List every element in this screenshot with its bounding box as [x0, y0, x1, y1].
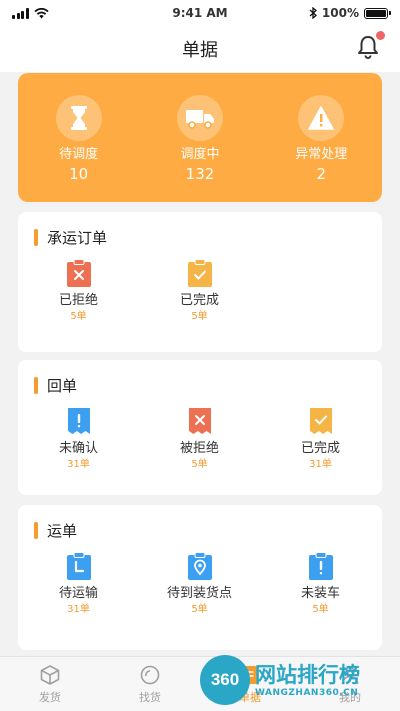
section-title: 运单	[47, 521, 78, 540]
waybill-not-loaded-item[interactable]: 未装车 5单	[260, 551, 381, 617]
battery-icon	[364, 7, 391, 19]
unconfirmed-receipt-icon	[67, 408, 90, 434]
stat-exceptions[interactable]: 异常处理 2	[271, 95, 371, 185]
item-count: 5单	[191, 311, 208, 322]
item-label: 待到装货点	[166, 586, 232, 601]
item-label: 已完成	[300, 441, 340, 456]
receipt-rejected-item[interactable]: 被拒绝 5单	[139, 406, 260, 472]
order-completed-item[interactable]: 已完成 5单	[139, 258, 260, 324]
tab-label: 找货	[139, 690, 161, 704]
item-label: 未确认	[58, 441, 98, 456]
watermark: 360 网站排行榜 WANGZHAN360.CN	[200, 655, 392, 705]
item-count: 5单	[312, 604, 329, 615]
receipt-unconfirmed-item[interactable]: 未确认 31单	[18, 406, 139, 472]
stats-card: 待调度 10 调度中 132 异常处理 2	[18, 73, 382, 202]
section-waybills: 运单 待运输 31单 待到装货点 5单 未装车 5单	[18, 505, 382, 650]
order-rejected-item[interactable]: 已拒绝 5单	[18, 258, 139, 324]
signal-icon	[12, 7, 29, 19]
bluetooth-icon	[309, 7, 317, 19]
not-loaded-icon	[308, 552, 333, 580]
tab-label: 发货	[39, 690, 61, 704]
status-time: 9:41 AM	[172, 6, 228, 20]
item-count: 31单	[309, 459, 332, 470]
item-count: 5单	[70, 311, 87, 322]
stat-label: 待调度	[59, 147, 99, 162]
section-carrier-orders: 承运订单 已拒绝 5单 已完成 5单	[18, 212, 382, 352]
tab-ship[interactable]: 发货	[0, 657, 100, 711]
stat-label: 异常处理	[295, 147, 348, 162]
item-label: 待运输	[58, 586, 98, 601]
stat-value: 2	[316, 165, 327, 183]
to-loading-point-icon	[187, 552, 212, 580]
section-marker	[34, 228, 38, 246]
stat-value: 132	[185, 165, 215, 183]
item-label: 被拒绝	[179, 441, 219, 456]
tab-find-cargo[interactable]: 找货	[100, 657, 200, 711]
section-receipts: 回单 未确认 31单 被拒绝 5单 已完成 31单	[18, 360, 382, 495]
item-label: 已完成	[179, 293, 219, 308]
status-bar: 9:41 AM 100%	[0, 0, 400, 26]
section-title: 回单	[47, 376, 78, 395]
item-count: 5单	[191, 604, 208, 615]
item-count: 31单	[67, 459, 90, 470]
stat-label: 调度中	[180, 147, 220, 162]
stat-pending-dispatch[interactable]: 待调度 10	[29, 95, 129, 185]
watermark-badge: 360	[200, 655, 250, 705]
watermark-url: WANGZHAN360.CN	[255, 688, 359, 698]
wifi-icon	[33, 7, 49, 18]
truck-icon	[185, 110, 214, 129]
rejected-receipt-icon	[188, 408, 211, 434]
item-count: 5单	[191, 459, 208, 470]
rejected-order-icon	[66, 259, 91, 287]
waybill-to-loading-point-item[interactable]: 待到装货点 5单	[139, 551, 260, 617]
section-marker	[34, 521, 38, 539]
waybill-pending-transport-item[interactable]: 待运输 31单	[18, 551, 139, 617]
cube-icon	[40, 664, 60, 685]
pending-transport-icon	[66, 552, 91, 580]
section-marker	[34, 376, 38, 394]
nav-bar: 单据	[0, 26, 400, 72]
battery-percent: 100%	[321, 6, 359, 20]
completed-receipt-icon	[309, 408, 332, 434]
item-label: 已拒绝	[58, 293, 98, 308]
completed-order-icon	[187, 259, 212, 287]
notification-button[interactable]	[354, 31, 385, 61]
stat-value: 10	[69, 165, 89, 183]
stat-dispatching[interactable]: 调度中 132	[150, 95, 250, 185]
hourglass-icon	[70, 106, 87, 130]
section-title: 承运订单	[47, 228, 108, 247]
item-count: 31单	[67, 604, 90, 615]
receipt-completed-item[interactable]: 已完成 31单	[260, 406, 381, 472]
warning-icon	[308, 106, 335, 130]
watermark-name: 网站排行榜	[255, 663, 360, 687]
page-title: 单据	[182, 40, 218, 61]
item-label: 未装车	[300, 586, 340, 601]
notification-badge	[376, 31, 385, 40]
search-cargo-icon	[140, 665, 160, 684]
